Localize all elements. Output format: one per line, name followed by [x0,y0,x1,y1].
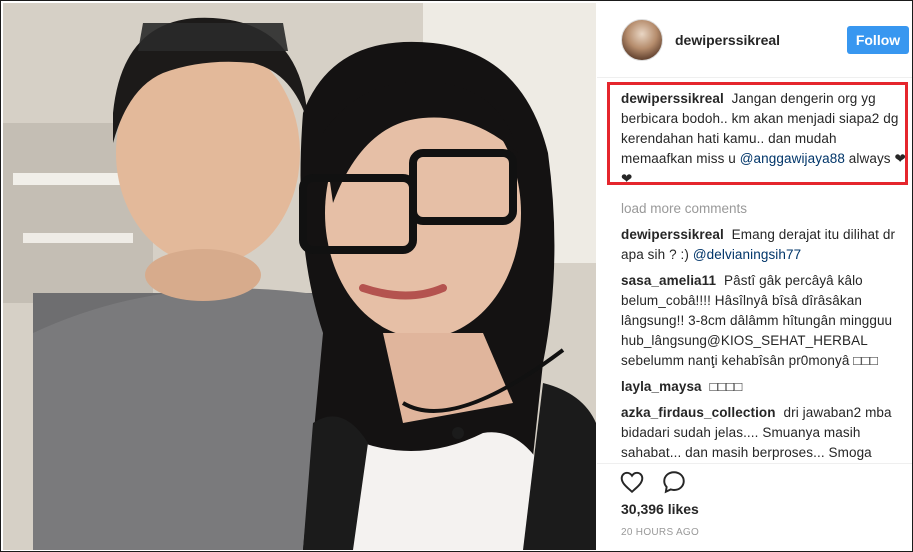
list-item: sasa_amelia11 Pâstî gâk percâyâ kâlo bel… [621,271,906,371]
post-header: dewiperssikreal Follow [597,3,912,78]
list-item: dewiperssikreal Emang derajat itu diliha… [621,225,906,265]
post-timestamp[interactable]: 20 HOURS AGO [621,527,699,538]
post-photo[interactable] [3,3,596,550]
comment-text: □□□□ [709,379,743,394]
comment-author-link[interactable]: azka_firdaus_collection [621,405,776,420]
likes-count[interactable]: 30,396 likes [621,501,699,517]
avatar[interactable] [621,19,663,61]
heart-icon[interactable] [619,469,645,495]
follow-button[interactable]: Follow [847,26,909,54]
username-link[interactable]: dewiperssikreal [675,32,780,48]
caption: dewiperssikreal Jangan dengerin org yg b… [621,89,906,189]
list-item: layla_maysa □□□□ [621,377,906,397]
instagram-post-frame: dewiperssikreal Follow dewiperssikreal J… [0,0,913,552]
comment-author-link[interactable]: layla_maysa [621,379,702,394]
list-item: azka_firdaus_collection dri jawaban2 mba… [621,403,906,461]
post-photo-illustration [3,3,596,550]
caption-author-link[interactable]: dewiperssikreal [621,91,724,106]
comments-list[interactable]: dewiperssikreal Jangan dengerin org yg b… [621,89,906,461]
post-actions: 30,396 likes 20 HOURS AGO [597,463,912,550]
caption-mention-link[interactable]: @anggawijaya88 [740,151,845,166]
post-details-panel: dewiperssikreal Follow dewiperssikreal J… [597,3,912,550]
load-more-comments-link[interactable]: load more comments [621,201,906,216]
comment-icon[interactable] [661,469,687,495]
comment-author-link[interactable]: dewiperssikreal [621,227,724,242]
comment-mention-link[interactable]: @delvianingsih77 [693,247,801,262]
comment-author-link[interactable]: sasa_amelia11 [621,273,716,288]
